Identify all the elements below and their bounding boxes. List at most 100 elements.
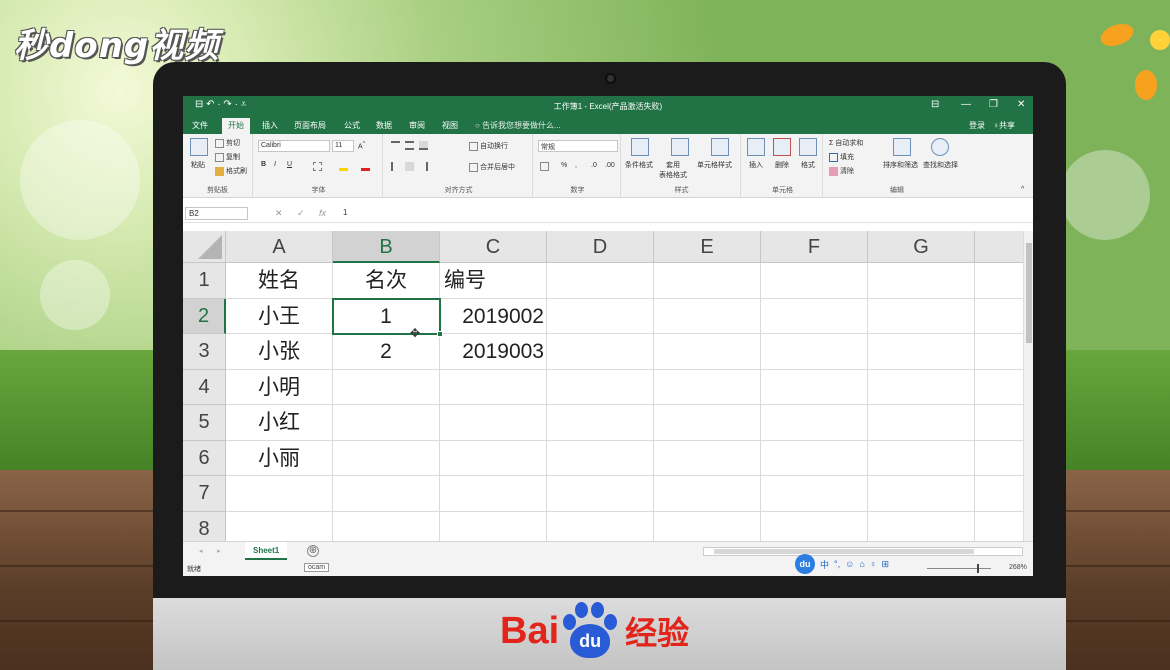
ime-emoji-icon[interactable]: ☺ (845, 559, 854, 569)
tab-review[interactable]: 审阅 (409, 120, 425, 131)
increase-decimal-icon[interactable]: .0 (591, 162, 597, 169)
paste-button[interactable]: 粘贴 (191, 160, 205, 170)
row-header-2[interactable]: 2 (183, 298, 226, 334)
sheet-tab-sheet1[interactable]: Sheet1 (245, 542, 288, 560)
cell-f2[interactable] (761, 298, 868, 334)
currency-icon[interactable] (540, 162, 549, 171)
vertical-scrollbar[interactable] (1023, 231, 1033, 541)
ime-grid-icon[interactable]: ⊞ (882, 559, 890, 570)
cell-b6[interactable] (333, 440, 440, 476)
ime-chinese-mode[interactable]: 中 (820, 558, 829, 571)
cell-c7[interactable] (440, 476, 547, 512)
restore-button[interactable]: ❐ (989, 99, 998, 110)
cell-h2[interactable] (975, 299, 1023, 334)
enter-icon[interactable]: ✓ (297, 208, 305, 219)
grow-font-icon[interactable]: A^ (358, 141, 365, 150)
find-select-button[interactable]: 查找和选择 (923, 160, 958, 170)
wrap-text-button[interactable]: 自动换行 (469, 141, 508, 151)
collapse-ribbon-icon[interactable]: ^ (1021, 186, 1024, 193)
cell-a7[interactable] (226, 476, 333, 512)
next-sheet-icon[interactable]: ▸ (217, 547, 221, 555)
cell-f6[interactable] (761, 440, 868, 476)
cell-h8[interactable] (975, 512, 1023, 542)
cell-e6[interactable] (654, 440, 761, 476)
autosum-button[interactable]: Σ 自动求和 (829, 138, 863, 148)
italic-button[interactable]: I (274, 161, 276, 168)
conditional-format-button[interactable]: 条件格式 (625, 160, 653, 170)
cell-g6[interactable] (868, 440, 975, 476)
cell-d3[interactable] (547, 334, 654, 370)
align-middle-icon[interactable] (405, 141, 414, 150)
cell-h6[interactable] (975, 441, 1023, 476)
row-header-7[interactable]: 7 (183, 476, 226, 512)
cell-a6[interactable]: 小丽 (226, 440, 333, 476)
cell-d7[interactable] (547, 476, 654, 512)
delete-cells-button[interactable]: 删除 (775, 160, 789, 170)
cell-a3[interactable]: 小张 (226, 334, 333, 370)
cell-f3[interactable] (761, 334, 868, 370)
border-icon[interactable] (313, 162, 322, 171)
cell-g5[interactable] (868, 405, 975, 441)
row-header-8[interactable]: 8 (183, 511, 226, 541)
column-header-b[interactable]: B (333, 231, 440, 263)
cell-g2[interactable] (868, 298, 975, 334)
row-header-6[interactable]: 6 (183, 440, 226, 476)
sort-filter-button[interactable]: 排序和筛选 (883, 160, 918, 170)
name-box[interactable]: B2 (185, 207, 248, 220)
column-header-a[interactable]: A (226, 231, 333, 263)
column-header-g[interactable]: G (868, 231, 975, 263)
tab-data[interactable]: 数据 (376, 120, 392, 131)
cut-button[interactable]: 剪切 (215, 138, 240, 148)
cell-a2[interactable]: 小王 (226, 298, 333, 334)
cell-d8[interactable] (547, 511, 654, 541)
horizontal-scroll-thumb[interactable] (714, 549, 974, 554)
format-cells-button[interactable]: 格式 (801, 160, 815, 170)
cell-h1[interactable] (975, 263, 1023, 299)
minimize-button[interactable]: — (961, 99, 971, 110)
fx-icon[interactable]: fx (319, 208, 326, 218)
cell-d4[interactable] (547, 369, 654, 405)
decrease-decimal-icon[interactable]: .00 (605, 162, 615, 169)
tab-formulas[interactable]: 公式 (344, 120, 360, 131)
zoom-level[interactable]: 268% (1009, 564, 1027, 571)
cell-styles-button[interactable]: 单元格样式 (697, 160, 732, 170)
cell-e4[interactable] (654, 369, 761, 405)
tab-file[interactable]: 文件 (192, 120, 208, 131)
cell-g4[interactable] (868, 369, 975, 405)
align-right-icon[interactable] (419, 162, 428, 171)
cell-e8[interactable] (654, 511, 761, 541)
cell-a4[interactable]: 小明 (226, 369, 333, 405)
cell-h4[interactable] (975, 370, 1023, 405)
cell-e1[interactable] (654, 263, 761, 299)
select-all-button[interactable] (183, 231, 226, 263)
column-header-e[interactable]: E (654, 231, 761, 263)
cell-e3[interactable] (654, 334, 761, 370)
tab-view[interactable]: 视图 (442, 120, 458, 131)
cell-b1[interactable]: 名次 (333, 263, 440, 299)
table-format-button[interactable]: 套用 表格格式 (659, 160, 687, 180)
align-top-icon[interactable] (391, 141, 400, 150)
share-button[interactable]: ♀共享 (993, 120, 1015, 131)
insert-cells-button[interactable]: 插入 (749, 160, 763, 170)
row-header-5[interactable]: 5 (183, 405, 226, 441)
ime-toolbox-icon[interactable]: ⌂ (859, 559, 864, 569)
cell-c2[interactable]: 2019002 (440, 298, 547, 334)
clear-button[interactable]: 清除 (829, 166, 854, 176)
close-button[interactable]: ✕ (1017, 99, 1025, 110)
cell-h7[interactable] (975, 476, 1023, 512)
tell-me-box[interactable]: ○ 告诉我您想要做什么... (475, 120, 561, 131)
cell-a1[interactable]: 姓名 (226, 263, 333, 299)
cell-f7[interactable] (761, 476, 868, 512)
bold-button[interactable]: B (261, 161, 266, 168)
cell-h5[interactable] (975, 405, 1023, 441)
font-color-icon[interactable] (361, 162, 370, 171)
zoom-slider-knob[interactable] (977, 564, 979, 573)
column-header-f[interactable]: F (761, 231, 868, 263)
cell-c4[interactable] (440, 369, 547, 405)
cell-c5[interactable] (440, 405, 547, 441)
cell-f5[interactable] (761, 405, 868, 441)
formula-input[interactable]: 1 (343, 208, 347, 217)
cell-g7[interactable] (868, 476, 975, 512)
number-format-select[interactable]: 常规 (538, 140, 618, 152)
cell-c3[interactable]: 2019003 (440, 334, 547, 370)
